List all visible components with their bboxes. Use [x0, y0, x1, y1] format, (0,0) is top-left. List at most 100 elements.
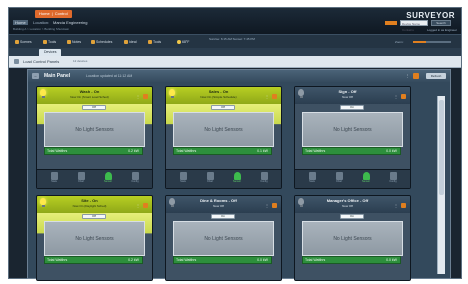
collapse-toggle[interactable]: – [32, 73, 39, 79]
location-name[interactable]: Marcia Engineering [53, 20, 87, 25]
tab-home-control[interactable]: Home | Control [35, 10, 72, 18]
toolbar-item-schedules[interactable]: Schedules [91, 39, 112, 45]
alert-indicator[interactable] [385, 21, 397, 25]
card-action-config[interactable]: Config [122, 172, 148, 184]
search-button[interactable]: Search [431, 20, 451, 26]
card-header: Wash - On Now On (Smart Load Sched) ⋮ [37, 87, 152, 104]
toolbar-item-tools[interactable]: Tools [43, 39, 56, 45]
home-button[interactable]: Home [13, 20, 28, 25]
stats-icon [308, 172, 316, 180]
bulb-icon [169, 89, 175, 98]
total-watthours-row: Total Watthrs 0.0 kW [173, 256, 272, 264]
sensor-icon [233, 172, 241, 180]
brand-logo: SURVEYOR [406, 11, 455, 20]
card-close-icon[interactable] [272, 203, 277, 208]
toggle-button[interactable]: On [211, 214, 235, 219]
total-value: 0.2 kW [128, 258, 139, 262]
toolbar-item-tools-2[interactable]: Tools [148, 39, 161, 45]
card-body: On No Light Sensors Total Watthrs 0.0 kW [295, 104, 410, 170]
toggle-button[interactable]: On [340, 214, 364, 219]
card-action-stats[interactable]: Stats [299, 172, 325, 184]
card-action-label: Stats [309, 180, 315, 183]
bulb-icon [169, 198, 175, 207]
search-input[interactable]: Device Name Contains [400, 20, 428, 32]
toggle-button[interactable]: Off [82, 105, 106, 110]
light-sensor-preview: No Light Sensors [173, 112, 274, 147]
stats-icon [50, 172, 58, 180]
card-header: Dine & Rooms - Off Now Off ⋮ [166, 196, 281, 213]
config-icon [260, 172, 268, 180]
card-close-icon[interactable] [143, 94, 148, 99]
sun-icon [177, 40, 181, 45]
refresh-button[interactable]: Refresh [426, 73, 446, 79]
chart-icon [206, 172, 214, 180]
card-action-config[interactable]: Config [251, 172, 277, 184]
card-title: Site - On [81, 198, 98, 203]
ideal-icon [124, 40, 128, 45]
toggle-button[interactable]: Off [82, 214, 106, 219]
card-action-chart[interactable]: Chart [68, 172, 94, 184]
card-action-stats[interactable]: Stats [170, 172, 196, 184]
zoom-slider[interactable] [413, 41, 451, 43]
card-body: Off No Light Sensors Total Watthrs 0.1 kW [166, 104, 281, 170]
card-action-chart[interactable]: Chart [326, 172, 352, 184]
toggle-button[interactable]: Off [211, 105, 235, 110]
card-action-label: Stats [180, 180, 186, 183]
card-menu-icon[interactable]: ⋮ [136, 94, 140, 99]
toggle-button[interactable]: On [340, 105, 364, 110]
card-action-sensor[interactable]: Sensor [353, 172, 379, 184]
card-close-icon[interactable] [401, 94, 406, 99]
user-status: Logged in as Engineer [426, 28, 457, 32]
card-status: Now On (Smart Load Sched) [70, 95, 109, 99]
schedules-icon [91, 40, 95, 45]
total-watthours-row: Total Watthrs 0.1 kW [173, 147, 272, 155]
total-label: Total Watthrs [47, 258, 68, 262]
toolbar-label: Schedules [96, 40, 113, 44]
card-menu-icon[interactable]: ⋮ [136, 203, 140, 208]
toolbar-item-notes[interactable]: Notes [67, 39, 81, 45]
toolbar-label: Ideal [129, 40, 137, 44]
card-menu-icon[interactable]: ⋮ [394, 94, 398, 99]
total-label: Total Watthrs [176, 149, 197, 153]
card-menu-icon[interactable]: ⋮ [265, 94, 269, 99]
card-menu-icon[interactable]: ⋮ [394, 203, 398, 208]
card-action-chart[interactable]: Chart [197, 172, 223, 184]
panel-close-icon[interactable] [413, 73, 419, 79]
tab-home-label: Home [39, 11, 50, 16]
stats-icon [179, 172, 187, 180]
toolbar-item-scenes[interactable]: Scenes [15, 39, 32, 45]
section-header: Load Control Panels 12 devices [9, 56, 461, 68]
card-status: Now On (Daylight Sched) [72, 204, 107, 208]
wrench-icon [148, 40, 152, 45]
card-header: Site - On Now On (Daylight Sched) ⋮ [37, 196, 152, 213]
total-value: 0.0 kW [386, 149, 397, 153]
card-close-icon[interactable] [143, 203, 148, 208]
tab-control-label: Control [54, 11, 68, 16]
light-sensor-preview: No Light Sensors [302, 112, 403, 147]
scrollbar[interactable] [437, 96, 445, 274]
card-title: Sign - Off [338, 89, 357, 94]
scroll-thumb[interactable] [439, 100, 444, 195]
panel-menu-icon[interactable]: ⋮ [405, 73, 410, 79]
card-header: Sign - Off Now Off ⋮ [295, 87, 410, 104]
card-status: Now On (Simple Schedule) [200, 95, 237, 99]
card-action-stats[interactable]: Stats [41, 172, 67, 184]
toolbar-item-ideal[interactable]: Ideal [124, 39, 137, 45]
load-card: Manager's Office - Off Now Off ⋮ On No Light… [294, 195, 411, 281]
bulb-icon [298, 89, 304, 98]
card-action-sensor[interactable]: Sensor [95, 172, 121, 184]
card-close-icon[interactable] [401, 203, 406, 208]
card-menu-icon[interactable]: ⋮ [265, 203, 269, 208]
sensor-icon [104, 172, 112, 180]
card-action-config[interactable]: Config [380, 172, 406, 184]
card-action-label: Sensor [104, 180, 112, 183]
total-watthours-row: Total Watthrs 0.2 kW [44, 147, 143, 155]
light-sensor-preview: No Light Sensors [44, 221, 145, 256]
card-action-sensor[interactable]: Sensor [224, 172, 250, 184]
tab-devices[interactable]: Devices [39, 49, 62, 56]
section-title: Load Control Panels [23, 59, 60, 64]
card-action-label: Sensor [362, 180, 370, 183]
main-panel: – Main Panel Location updated at 11:12 A… [27, 69, 451, 281]
card-header: Sales - On Now On (Simple Schedule) ⋮ [166, 87, 281, 104]
card-close-icon[interactable] [272, 94, 277, 99]
